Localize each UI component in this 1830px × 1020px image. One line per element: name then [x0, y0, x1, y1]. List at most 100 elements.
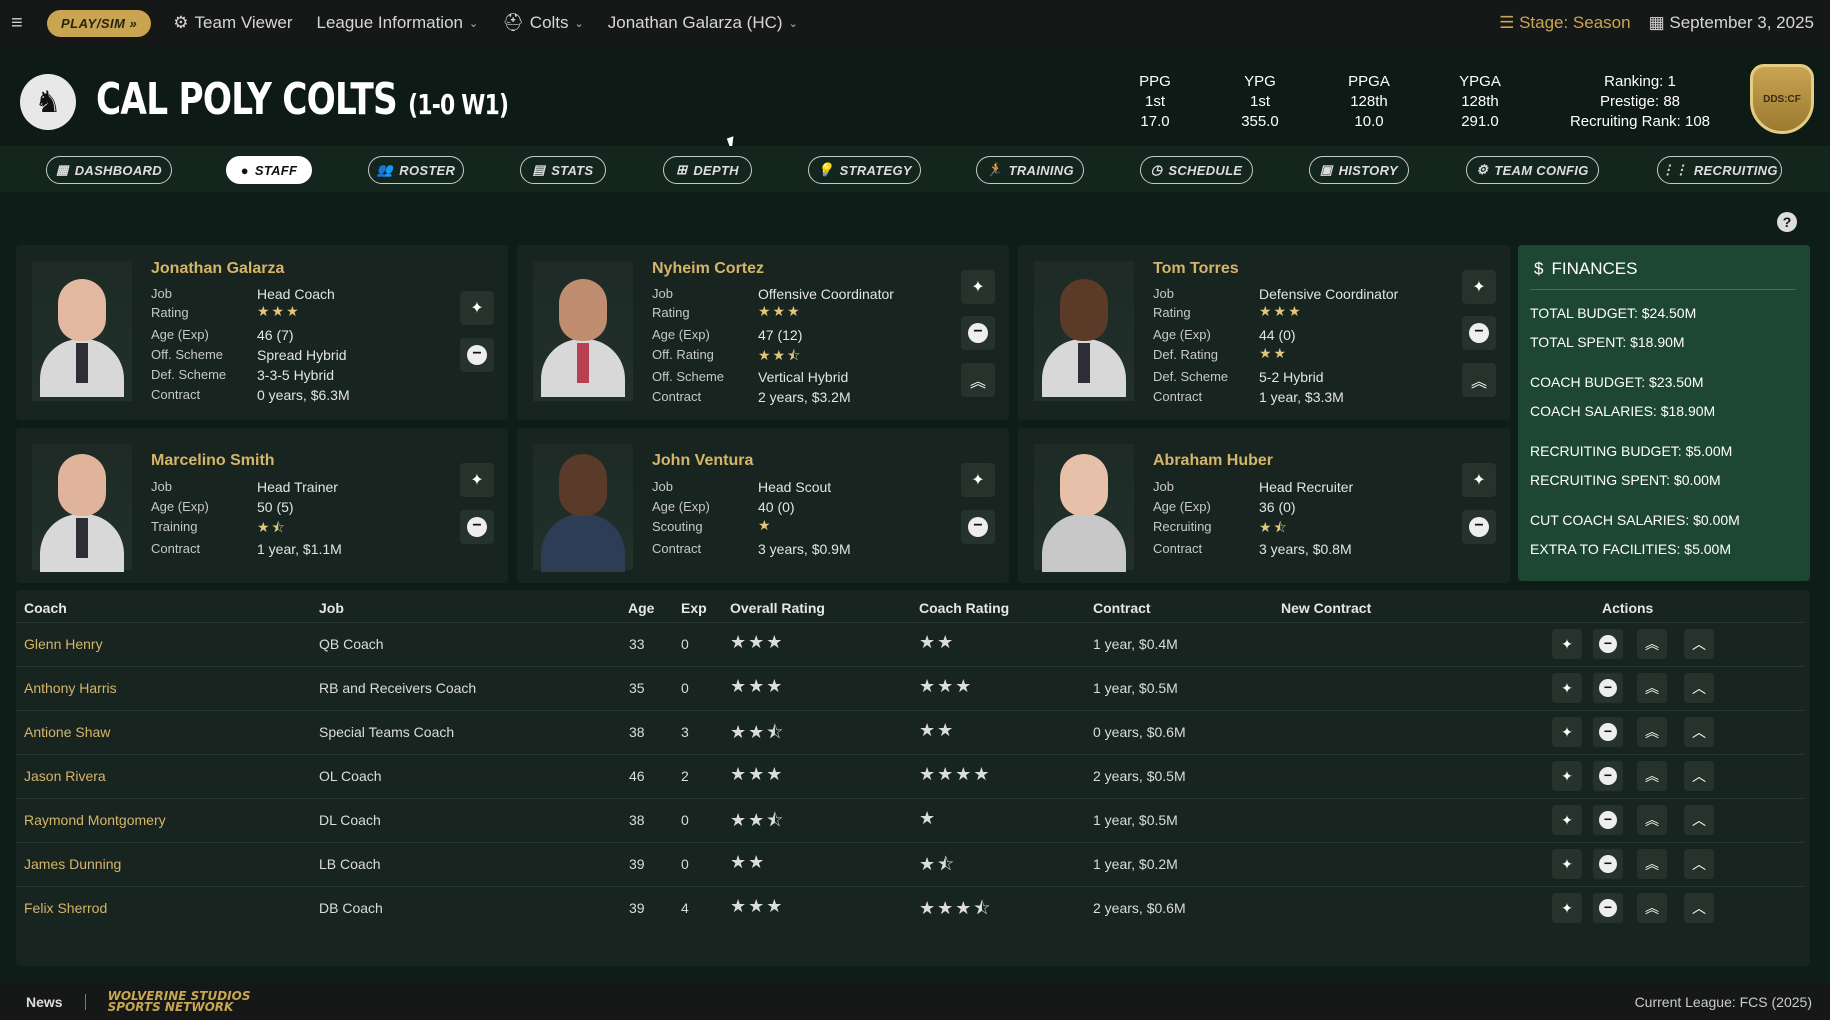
- tab-training[interactable]: 🏃 TRAINING: [976, 156, 1084, 184]
- news-link[interactable]: News: [26, 994, 86, 1010]
- ranking-text: Ranking: 1: [1604, 73, 1676, 90]
- fire-button[interactable]: −: [1593, 717, 1623, 747]
- promote-button[interactable]: ︽: [961, 363, 995, 397]
- coach-select-dropdown[interactable]: Jonathan Galarza (HC) ⌄: [608, 13, 798, 33]
- hamburger-menu-icon[interactable]: ≡: [11, 12, 31, 35]
- fire-button[interactable]: −: [961, 510, 995, 544]
- negotiate-button[interactable]: ✦: [1552, 805, 1582, 835]
- promote-button[interactable]: ︽: [1637, 629, 1667, 659]
- promote-button[interactable]: ︽: [1637, 849, 1667, 879]
- move-up-button[interactable]: ︿: [1684, 629, 1714, 659]
- chevron-up-icon: ︿: [1692, 680, 1706, 696]
- move-up-button[interactable]: ︿: [1684, 761, 1714, 791]
- field-label: Job: [652, 286, 673, 301]
- move-up-button[interactable]: ︿: [1684, 849, 1714, 879]
- stat-label: YPGA: [1459, 73, 1501, 90]
- tab-recruiting[interactable]: ⋮⋮ RECRUITING: [1657, 156, 1782, 184]
- promote-button[interactable]: ︽: [1637, 673, 1667, 703]
- promote-button[interactable]: ︽: [1637, 893, 1667, 923]
- staff-card: Abraham Huber Job Head Recruiter Age (Exp…: [1018, 428, 1510, 583]
- negotiate-button[interactable]: ✦: [961, 270, 995, 304]
- coach-name-cell[interactable]: Antione Shaw: [24, 724, 110, 740]
- move-up-button[interactable]: ︿: [1684, 893, 1714, 923]
- handshake-icon: ✦: [1561, 679, 1573, 696]
- fire-button[interactable]: −: [1593, 849, 1623, 879]
- negotiate-button[interactable]: ✦: [1462, 270, 1496, 304]
- coach-name-cell[interactable]: Felix Sherrod: [24, 900, 107, 916]
- coach-name-cell[interactable]: Raymond Montgomery: [24, 812, 166, 828]
- negotiate-button[interactable]: ✦: [1552, 629, 1582, 659]
- promote-button[interactable]: ︽: [1637, 805, 1667, 835]
- promote-button[interactable]: ︽: [1462, 363, 1496, 397]
- fire-button[interactable]: −: [1462, 510, 1496, 544]
- stat-label: PPGA: [1348, 73, 1390, 90]
- coach-name[interactable]: Tom Torres: [1153, 260, 1239, 278]
- fire-button[interactable]: −: [460, 510, 494, 544]
- negotiate-button[interactable]: ✦: [1552, 761, 1582, 791]
- tab-label: STAFF: [254, 162, 298, 178]
- fire-button[interactable]: −: [1593, 673, 1623, 703]
- fire-button[interactable]: −: [1593, 629, 1623, 659]
- field-label: Def. Scheme: [151, 367, 227, 382]
- field-label: Off. Scheme: [151, 347, 224, 362]
- double-chevron-up-icon: ︽: [1645, 724, 1659, 740]
- coach-name-cell[interactable]: James Dunning: [24, 856, 121, 872]
- fire-button[interactable]: −: [1593, 805, 1623, 835]
- negotiate-button[interactable]: ✦: [460, 463, 494, 497]
- coach-portrait: [533, 261, 633, 401]
- fire-button[interactable]: −: [1593, 893, 1623, 923]
- tab-team-config[interactable]: ⚙ TEAM CONFIG: [1466, 156, 1599, 184]
- field-label: Training: [151, 519, 198, 534]
- fire-button[interactable]: −: [961, 316, 995, 350]
- promote-button[interactable]: ︽: [1637, 717, 1667, 747]
- negotiate-button[interactable]: ✦: [1462, 463, 1496, 497]
- coach-name[interactable]: Abraham Huber: [1153, 452, 1273, 470]
- coach-rating-stars: ★★★⯪: [919, 898, 993, 918]
- date-indicator[interactable]: ▦ September 3, 2025: [1649, 13, 1814, 33]
- coach-name[interactable]: John Ventura: [652, 452, 753, 470]
- tab-strategy[interactable]: 💡 STRATEGY: [808, 156, 921, 184]
- negotiate-button[interactable]: ✦: [1552, 673, 1582, 703]
- handshake-icon: ✦: [1561, 767, 1573, 784]
- coach-name-cell[interactable]: Anthony Harris: [24, 680, 117, 696]
- field-value: 3-3-5 Hybrid: [257, 367, 335, 383]
- contract-cell: 1 year, $0.2M: [1093, 856, 1178, 872]
- negotiate-button[interactable]: ✦: [961, 463, 995, 497]
- play-sim-button[interactable]: PLAY/SIM »: [47, 9, 152, 37]
- field-value: 44 (0): [1259, 327, 1296, 343]
- fire-button[interactable]: −: [460, 338, 494, 372]
- move-up-button[interactable]: ︿: [1684, 805, 1714, 835]
- coach-name-cell[interactable]: Jason Rivera: [24, 768, 106, 784]
- move-up-button[interactable]: ︿: [1684, 717, 1714, 747]
- league-info-dropdown[interactable]: League Information ⌄: [316, 13, 478, 33]
- negotiate-button[interactable]: ✦: [1552, 849, 1582, 879]
- tab-label: STATS: [551, 162, 594, 178]
- negotiate-button[interactable]: ✦: [1552, 717, 1582, 747]
- coach-name-cell[interactable]: Glenn Henry: [24, 636, 103, 652]
- tab-label: HISTORY: [1338, 162, 1398, 178]
- fire-button[interactable]: −: [1593, 761, 1623, 791]
- move-up-button[interactable]: ︿: [1684, 673, 1714, 703]
- tab-schedule[interactable]: ◷ SCHEDULE: [1140, 156, 1253, 184]
- coach-name[interactable]: Marcelino Smith: [151, 452, 275, 470]
- rating-stars: ★★⯪: [758, 347, 803, 363]
- team-select-dropdown[interactable]: ⛑ Colts ⌄: [502, 13, 584, 33]
- chevron-down-icon: ⌄: [468, 17, 479, 30]
- tab-stats[interactable]: ▤ STATS: [520, 156, 606, 184]
- tab-history[interactable]: ▣ HISTORY: [1309, 156, 1409, 184]
- stage-indicator[interactable]: ☰ Stage: Season: [1499, 13, 1631, 33]
- negotiate-button[interactable]: ✦: [460, 291, 494, 325]
- team-viewer-link[interactable]: ⚙ Team Viewer: [173, 13, 292, 33]
- promote-button[interactable]: ︽: [1637, 761, 1667, 791]
- tab-dashboard[interactable]: ▦ DASHBOARD: [46, 156, 172, 184]
- tab-roster[interactable]: 👥 ROSTER: [368, 156, 464, 184]
- chevron-up-icon: ︿: [1692, 900, 1706, 916]
- coach-name[interactable]: Jonathan Galarza: [151, 260, 284, 278]
- help-icon[interactable]: ?: [1777, 212, 1797, 232]
- tab-staff[interactable]: ● STAFF: [226, 156, 312, 184]
- tab-depth[interactable]: ⊞ DEPTH: [663, 156, 752, 184]
- coach-name[interactable]: Nyheim Cortez: [652, 260, 764, 278]
- negotiate-button[interactable]: ✦: [1552, 893, 1582, 923]
- fire-button[interactable]: −: [1462, 316, 1496, 350]
- recruiting-rank-text: Recruiting Rank: 108: [1569, 113, 1711, 130]
